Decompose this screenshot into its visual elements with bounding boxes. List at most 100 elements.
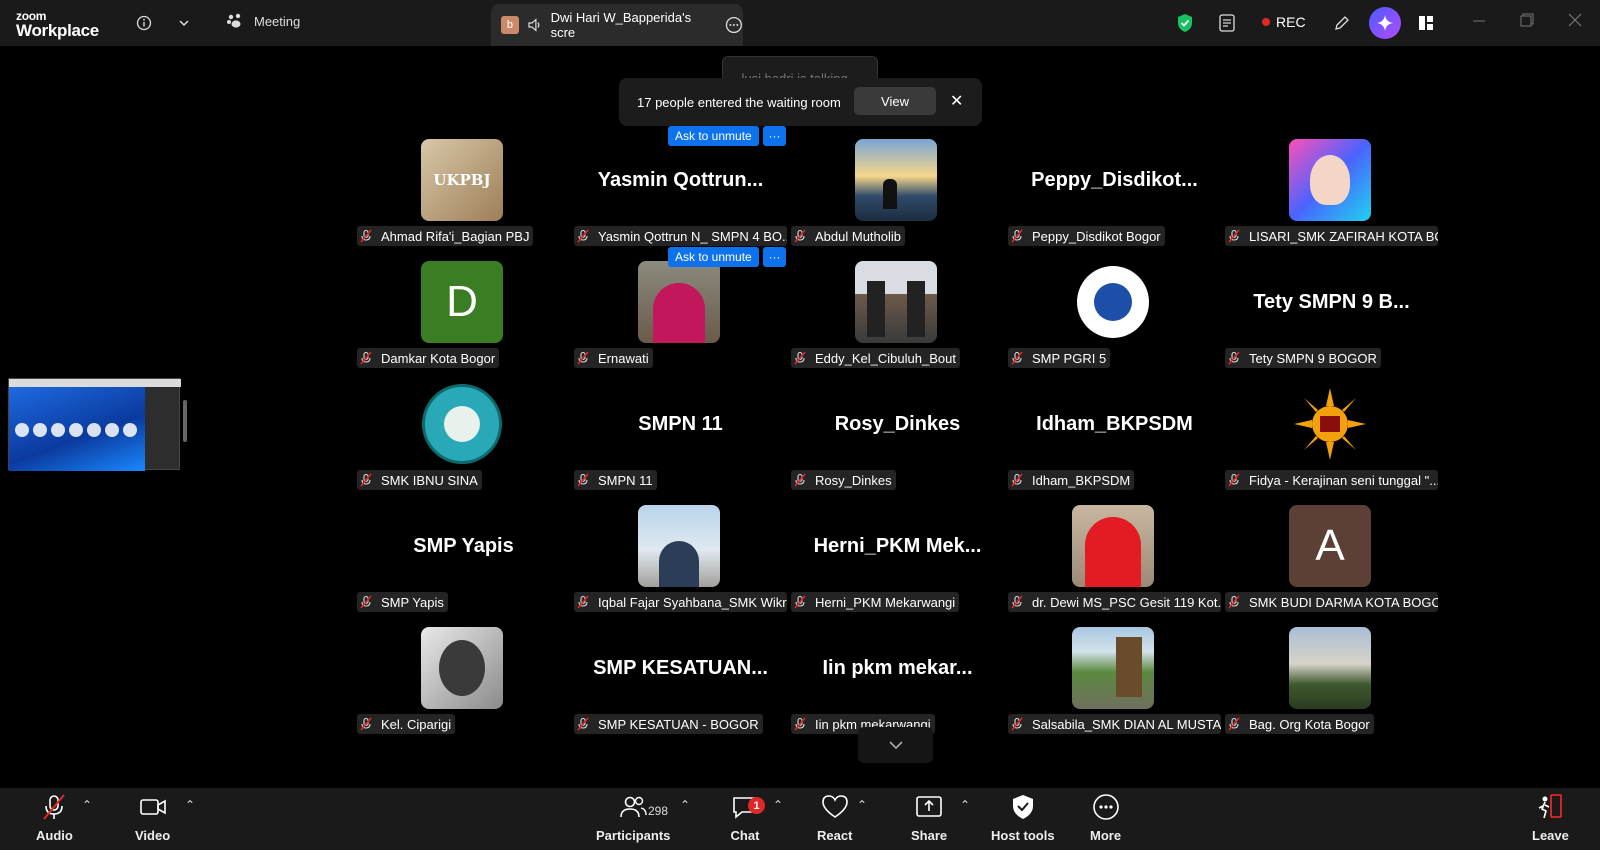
- participant-display-name: Peppy_Disdikot...: [1031, 169, 1198, 191]
- participant-tile[interactable]: Yasmin Qottrun... Yasmin Qottrun N_ SMPN …: [574, 139, 787, 256]
- ask-more-button[interactable]: ···: [763, 247, 786, 267]
- participant-tile[interactable]: SMK IBNU SINA: [357, 383, 570, 500]
- close-window-icon[interactable]: [1568, 13, 1582, 30]
- speaker-icon: [528, 18, 540, 32]
- mic-muted-icon: [1227, 473, 1245, 487]
- mic-muted-icon: [793, 595, 811, 609]
- more-dots-icon: [1092, 794, 1119, 820]
- participant-tile[interactable]: SMP PGRI 5: [1008, 261, 1221, 378]
- participant-name: Tety SMPN 9 BOGOR: [1249, 350, 1377, 366]
- host-tools-button[interactable]: Host tools: [991, 792, 1055, 843]
- participant-name: Idham_BKPSDM: [1032, 472, 1131, 488]
- participant-tile[interactable]: SMP Yapis SMP Yapis: [357, 505, 570, 622]
- screen-share-tab[interactable]: b Dwi Hari W_Bapperida's scre: [491, 4, 743, 46]
- leave-button[interactable]: Leave: [1532, 792, 1569, 843]
- title-bar: zoom Workplace Meeting b Dwi Hari W_Bapp…: [0, 0, 1600, 46]
- participant-tile[interactable]: SMPN 11 SMPN 11: [574, 383, 787, 500]
- participant-tile[interactable]: Herni_PKM Mek... Herni_PKM Mekarwangi: [791, 505, 1004, 622]
- heart-icon: [821, 795, 848, 818]
- close-banner-icon[interactable]: ✕: [950, 91, 963, 111]
- more-options-icon[interactable]: [725, 16, 743, 34]
- participant-tile[interactable]: Bag. Org Kota Bogor: [1225, 627, 1438, 744]
- thumbnail-resize-handle[interactable]: [183, 400, 187, 442]
- leave-door-icon: [1539, 794, 1563, 819]
- recording-indicator[interactable]: REC: [1262, 14, 1306, 30]
- participant-tile[interactable]: Fidya - Kerajinan seni tunggal "...: [1225, 383, 1438, 500]
- shield-icon: [1012, 795, 1033, 819]
- participant-tile[interactable]: Idham_BKPSDM Idham_BKPSDM: [1008, 383, 1221, 500]
- mic-muted-icon: [359, 351, 377, 365]
- avatar: [1289, 627, 1371, 709]
- participant-tile[interactable]: Salsabila_SMK DIAN AL MUSTA...: [1008, 627, 1221, 744]
- meeting-toolbar: Audio ⌃ Video ⌃ Participants ⌃ Chat ⌃ Re…: [0, 788, 1600, 850]
- participant-name-label: Iqbal Fajar Syahbana_SMK Wikr...: [574, 592, 787, 612]
- avatar: [855, 139, 937, 221]
- minimize-icon[interactable]: [1472, 13, 1486, 30]
- shared-screen-thumbnail[interactable]: [8, 378, 181, 471]
- video-options-caret-icon[interactable]: ⌃: [185, 798, 195, 812]
- mic-muted-icon: [1010, 473, 1028, 487]
- participant-tile[interactable]: D Damkar Kota Bogor: [357, 261, 570, 378]
- share-button[interactable]: Share: [911, 792, 947, 843]
- chevron-down-icon[interactable]: [172, 11, 196, 35]
- video-label: Video: [135, 828, 171, 843]
- mic-muted-icon: [793, 351, 811, 365]
- more-button[interactable]: More: [1090, 792, 1121, 843]
- chat-caret-icon[interactable]: ⌃: [773, 798, 783, 812]
- participant-tile[interactable]: Rosy_Dinkes Rosy_Dinkes: [791, 383, 1004, 500]
- ask-more-button[interactable]: ···: [763, 126, 786, 146]
- mic-muted-icon: [793, 717, 811, 731]
- chat-label: Chat: [730, 828, 760, 843]
- participant-tile[interactable]: Tety SMPN 9 B... Tety SMPN 9 BOGOR: [1225, 261, 1438, 378]
- participant-tile[interactable]: Eddy_Kel_Cibuluh_Bout: [791, 261, 1004, 378]
- logo-line2: Workplace: [16, 21, 99, 40]
- avatar: A: [1289, 505, 1371, 587]
- participants-caret-icon[interactable]: ⌃: [680, 798, 690, 812]
- participant-name: SMP Yapis: [381, 594, 444, 610]
- participant-tile[interactable]: A SMK BUDI DARMA KOTA BOGOR: [1225, 505, 1438, 622]
- participant-display-name: SMP Yapis: [413, 535, 514, 557]
- apps-panel-icon[interactable]: [1414, 11, 1438, 35]
- notes-icon[interactable]: [1215, 11, 1239, 35]
- security-shield-icon[interactable]: [1173, 11, 1197, 35]
- video-button[interactable]: Video: [135, 792, 170, 843]
- video-camera-icon: [139, 799, 166, 815]
- participant-tile[interactable]: Abdul Mutholib: [791, 139, 1004, 256]
- share-caret-icon[interactable]: ⌃: [960, 798, 970, 812]
- mic-muted-icon: [793, 229, 811, 243]
- participant-name: Bag. Org Kota Bogor: [1249, 716, 1370, 732]
- restore-icon[interactable]: [1520, 13, 1534, 30]
- participant-name: SMP KESATUAN - BOGOR: [598, 716, 759, 732]
- gallery-next-page-button[interactable]: [858, 727, 933, 763]
- audio-options-caret-icon[interactable]: ⌃: [82, 798, 92, 812]
- participant-name-label: Yasmin Qottrun N_ SMPN 4 BO...: [574, 226, 787, 246]
- share-tab-label: Dwi Hari W_Bapperida's scre: [550, 10, 692, 40]
- participant-tile[interactable]: Kel. Ciparigi: [357, 627, 570, 744]
- audio-button[interactable]: Audio: [36, 792, 73, 843]
- info-icon[interactable]: [132, 11, 156, 35]
- view-waiting-room-button[interactable]: View: [854, 87, 936, 115]
- participant-name: Eddy_Kel_Cibuluh_Bout: [815, 350, 956, 366]
- participant-name-label: Damkar Kota Bogor: [357, 348, 500, 368]
- annotate-pen-icon[interactable]: [1330, 11, 1354, 35]
- ask-to-unmute-button[interactable]: Ask to unmute: [668, 126, 759, 146]
- participant-tile[interactable]: UKPBJ Ahmad Rifa'i_Bagian PBJ: [357, 139, 570, 256]
- avatar: [638, 261, 720, 343]
- meeting-tab[interactable]: Meeting: [226, 12, 300, 30]
- ask-to-unmute-button[interactable]: Ask to unmute: [668, 247, 759, 267]
- participant-tile[interactable]: Iqbal Fajar Syahbana_SMK Wikr...: [574, 505, 787, 622]
- participant-name-label: Ahmad Rifa'i_Bagian PBJ: [357, 226, 534, 246]
- mic-muted-icon: [359, 229, 377, 243]
- ai-companion-button[interactable]: [1369, 7, 1401, 39]
- avatar: [421, 627, 503, 709]
- react-caret-icon[interactable]: ⌃: [857, 798, 867, 812]
- participant-tile[interactable]: Peppy_Disdikot... Peppy_Disdikot Bogor: [1008, 139, 1221, 256]
- participant-display-name: Idham_BKPSDM: [1036, 413, 1193, 435]
- participant-tile[interactable]: dr. Dewi MS_PSC Gesit 119 Kot...: [1008, 505, 1221, 622]
- participant-tile[interactable]: LISARI_SMK ZAFIRAH KOTA BO...: [1225, 139, 1438, 256]
- react-label: React: [817, 828, 853, 843]
- react-button[interactable]: React: [817, 792, 852, 843]
- participant-tile[interactable]: Ernawati: [574, 261, 787, 378]
- participant-name-label: Kel. Ciparigi: [357, 714, 456, 734]
- participant-tile[interactable]: SMP KESATUAN... SMP KESATUAN - BOGOR: [574, 627, 787, 744]
